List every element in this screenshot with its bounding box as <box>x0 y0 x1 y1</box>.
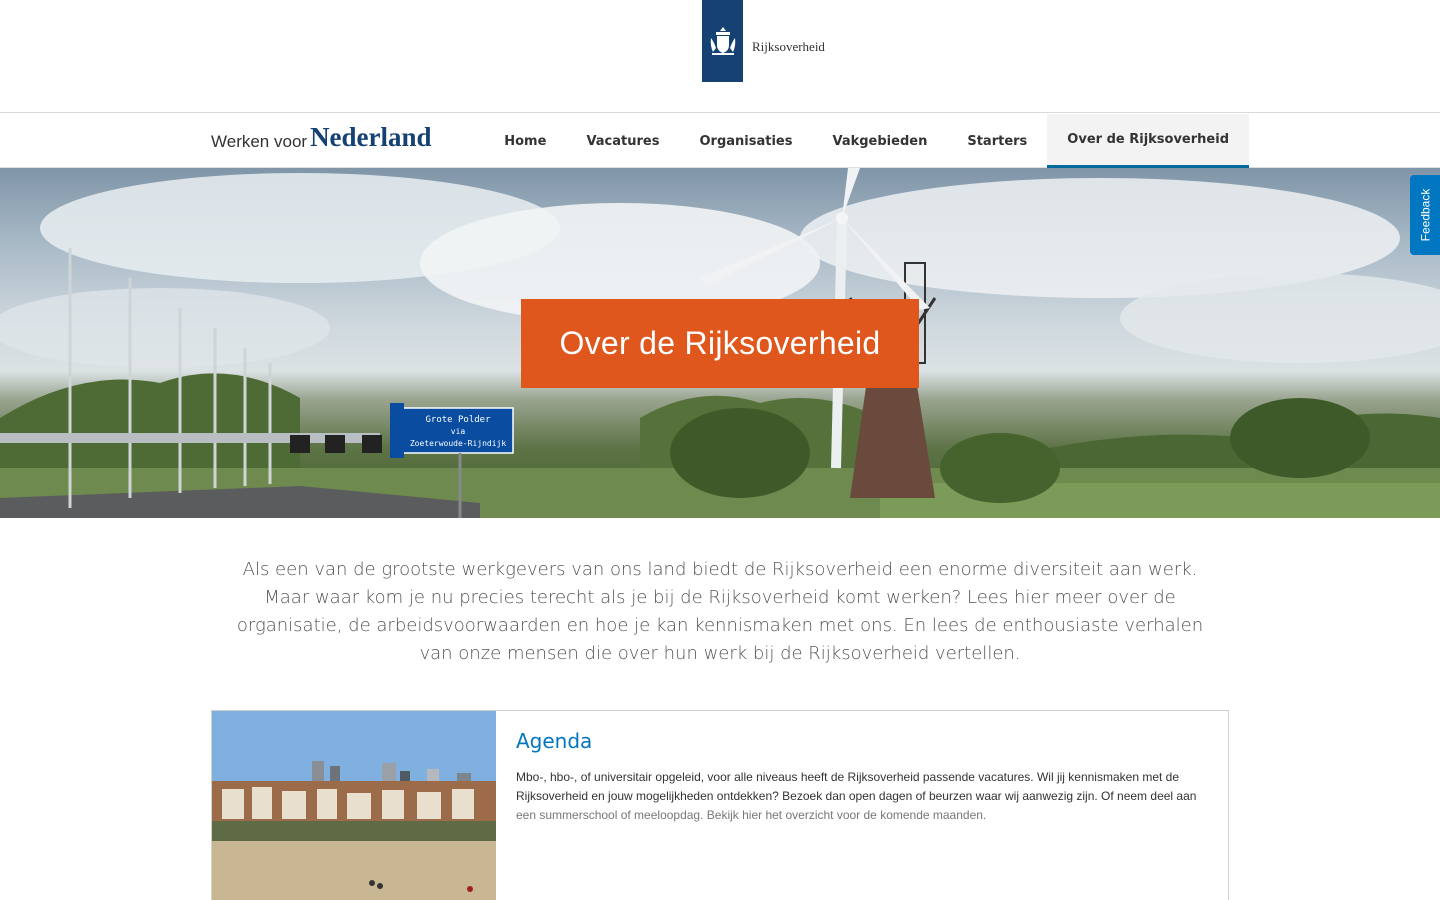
nav-item-organisaties[interactable]: Organisaties <box>679 114 812 168</box>
agenda-card-text-faded: een summerschool of meeloopdag. Bekijk h… <box>516 808 987 822</box>
brand-big-text: Nederland <box>310 122 432 152</box>
agenda-card-text: Mbo-, hbo-, of universitair opgeleid, vo… <box>516 768 1216 825</box>
rijksoverheid-logo[interactable] <box>702 0 743 82</box>
feedback-label: Feedback <box>1418 188 1433 242</box>
agenda-card-text-main: Mbo-, hbo-, of universitair opgeleid, vo… <box>516 770 1197 803</box>
logo-text: Rijksoverheid <box>752 39 825 54</box>
hero-title: Over de Rijksoverheid <box>559 325 881 361</box>
road-sign-line2: via <box>451 427 466 436</box>
nav-item-vakgebieden[interactable]: Vakgebieden <box>812 114 947 168</box>
agenda-card-title[interactable]: Agenda <box>516 729 592 753</box>
road-sign-line1: Grote Polder <box>425 415 491 425</box>
feedback-tab[interactable]: Feedback <box>1410 175 1440 255</box>
intro-paragraph: Als een van de grootste werkgevers van o… <box>236 559 1204 664</box>
agenda-card-image <box>212 711 496 900</box>
nav-menu: Home Vacatures Organisaties Vakgebieden … <box>484 114 1249 168</box>
agenda-card[interactable]: Agenda Mbo-, hbo-, of universitair opgel… <box>211 710 1229 900</box>
nav-item-starters[interactable]: Starters <box>947 114 1047 168</box>
top-logo-bar: Rijksoverheid <box>0 0 1440 113</box>
nav-item-over-de-rijksoverheid[interactable]: Over de Rijksoverheid <box>1047 114 1249 168</box>
nav-item-vacatures[interactable]: Vacatures <box>566 114 679 168</box>
hero-title-box: Over de Rijksoverheid <box>521 299 919 388</box>
coat-of-arms-icon <box>710 27 735 55</box>
city-square-image <box>212 711 496 900</box>
brand-small-text: Werken voor <box>211 132 308 151</box>
road-sign-line3: Zoeterwoude-Rijndijk <box>410 439 507 448</box>
nav-item-home[interactable]: Home <box>484 114 566 168</box>
hero-banner: Grote Polder via Zoeterwoude-Rijndijk Ov… <box>0 168 1440 518</box>
site-brand[interactable]: Werken voor Nederland <box>211 122 432 153</box>
main-navigation: Werken voor Nederland Home Vacatures Org… <box>0 114 1440 168</box>
